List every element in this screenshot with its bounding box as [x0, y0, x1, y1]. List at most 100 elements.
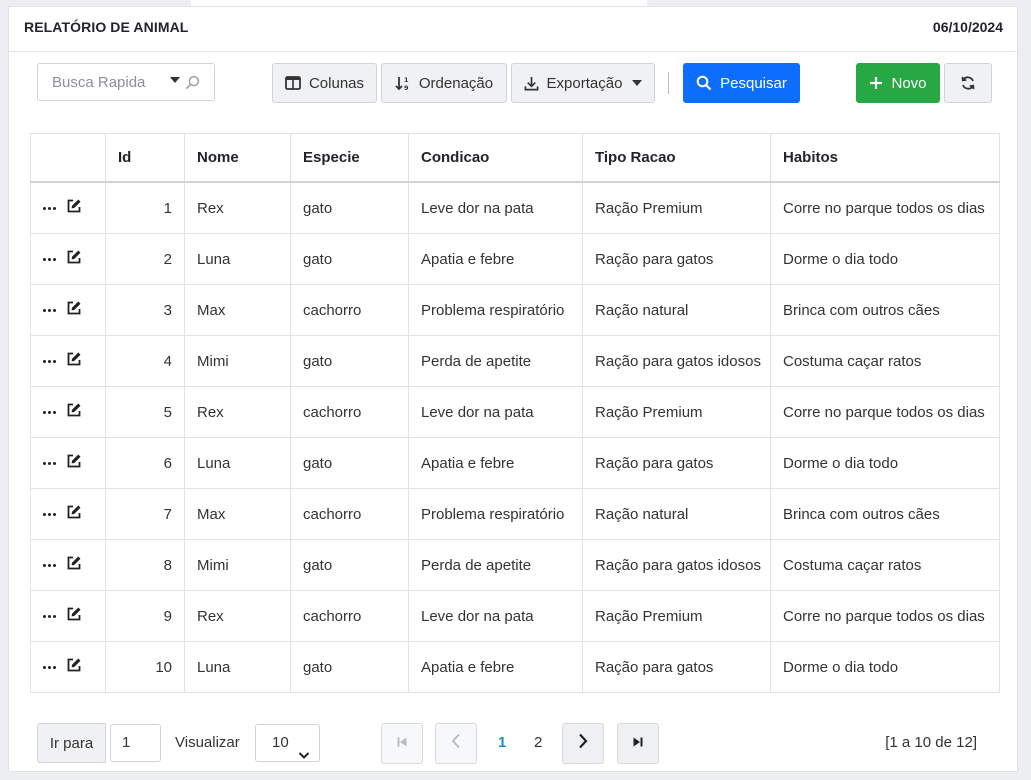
- cell-habitos: Dorme o dia todo: [770, 233, 1000, 285]
- table-row[interactable]: 1 Rex gato Leve dor na pata Ração Premium Cor…: [30, 181, 1000, 234]
- more-options-icon[interactable]: [43, 359, 56, 363]
- table-row[interactable]: 2 Luna gato Apatia e febre Ração para gatos D…: [30, 233, 1000, 285]
- row-actions: [43, 249, 93, 269]
- edit-icon[interactable]: [66, 453, 82, 473]
- more-options-icon[interactable]: [43, 257, 56, 261]
- page-size-label: Visualizar: [175, 734, 240, 751]
- column-header-tipo-racao[interactable]: Tipo Racao: [582, 133, 771, 183]
- cell-nome: Luna: [184, 233, 291, 285]
- goto-page-input[interactable]: 1: [110, 724, 161, 762]
- chevron-down-icon: [298, 738, 310, 774]
- more-options-icon[interactable]: [43, 512, 56, 516]
- cell-id: 6: [105, 437, 185, 489]
- record-range-text: [1 a 10 de 12]: [885, 734, 977, 751]
- cell-condicao: Perda de apetite: [408, 539, 583, 591]
- page-number-1[interactable]: 1: [498, 734, 506, 751]
- cell-tipo-racao: Ração para gatos: [582, 437, 771, 489]
- cell-id: 5: [105, 386, 185, 438]
- row-actions: [43, 351, 93, 371]
- refresh-button[interactable]: [944, 63, 992, 103]
- cell-habitos: Dorme o dia todo: [770, 437, 1000, 489]
- edit-icon[interactable]: [66, 351, 82, 371]
- cell-condicao: Leve dor na pata: [408, 181, 583, 234]
- cell-tipo-racao: Ração Premium: [582, 590, 771, 642]
- cell-id: 10: [105, 641, 185, 693]
- order-button[interactable]: 19 Ordenação: [381, 63, 507, 103]
- more-options-icon[interactable]: [43, 308, 56, 312]
- edit-icon[interactable]: [66, 606, 82, 626]
- table-row[interactable]: 10 Luna gato Apatia e febre Ração para gatos…: [30, 641, 1000, 693]
- row-actions-cell: [30, 284, 106, 336]
- export-button[interactable]: Exportação: [511, 63, 655, 103]
- search-magnifier-icon[interactable]: [185, 75, 200, 94]
- column-header-condicao[interactable]: Condicao: [408, 133, 583, 183]
- cell-id: 4: [105, 335, 185, 387]
- table-row[interactable]: 4 Mimi gato Perda de apetite Ração para gato…: [30, 335, 1000, 387]
- goto-page-button[interactable]: Ir para: [37, 723, 106, 763]
- cell-tipo-racao: Ração natural: [582, 284, 771, 336]
- edit-icon[interactable]: [66, 300, 82, 320]
- edit-icon[interactable]: [66, 657, 82, 677]
- svg-text:9: 9: [404, 84, 409, 91]
- cell-condicao: Apatia e febre: [408, 233, 583, 285]
- table-row[interactable]: 8 Mimi gato Perda de apetite Ração para gato…: [30, 539, 1000, 591]
- more-options-icon[interactable]: [43, 410, 56, 414]
- page-number-2[interactable]: 2: [534, 734, 542, 751]
- cell-habitos: Costuma caçar ratos: [770, 539, 1000, 591]
- column-header-actions: [30, 133, 106, 183]
- table-header-row: Id Nome Especie Condicao Tipo Racao Habi…: [30, 133, 1000, 183]
- cell-habitos: Brinca com outros cães: [770, 284, 1000, 336]
- row-actions-cell: [30, 641, 106, 693]
- row-actions-cell: [30, 335, 106, 387]
- columns-icon: [285, 76, 301, 90]
- column-header-id[interactable]: Id: [105, 133, 185, 183]
- columns-button[interactable]: Colunas: [272, 63, 377, 103]
- animal-table: Id Nome Especie Condicao Tipo Racao Habi…: [30, 133, 1000, 693]
- cell-id: 7: [105, 488, 185, 540]
- report-panel: RELATÓRIO DE ANIMAL 06/10/2024 Busca Rap…: [8, 6, 1018, 772]
- edit-icon[interactable]: [66, 249, 82, 269]
- table-row[interactable]: 3 Max cachorro Problema respiratório Ração n…: [30, 284, 1000, 336]
- next-page-button[interactable]: [562, 723, 604, 764]
- row-actions-cell: [30, 181, 106, 234]
- table-row[interactable]: 9 Rex cachorro Leve dor na pata Ração Premiu…: [30, 590, 1000, 642]
- search-dropdown-caret-icon[interactable]: [170, 77, 180, 83]
- cell-condicao: Leve dor na pata: [408, 386, 583, 438]
- table-row[interactable]: 7 Max cachorro Problema respiratório Ração n…: [30, 488, 1000, 540]
- first-page-button[interactable]: [381, 723, 423, 764]
- page-size-select[interactable]: 10: [255, 724, 320, 762]
- sort-icon: 19: [395, 75, 411, 91]
- edit-icon[interactable]: [66, 504, 82, 524]
- new-button[interactable]: Novo: [856, 63, 940, 103]
- row-actions-cell: [30, 488, 106, 540]
- cell-habitos: Corre no parque todos os dias: [770, 590, 1000, 642]
- more-options-icon[interactable]: [43, 665, 56, 669]
- row-actions: [43, 606, 93, 626]
- row-actions-cell: [30, 437, 106, 489]
- table-row[interactable]: 6 Luna gato Apatia e febre Ração para gatos D…: [30, 437, 1000, 489]
- more-options-icon[interactable]: [43, 461, 56, 465]
- edit-icon[interactable]: [66, 555, 82, 575]
- row-actions: [43, 555, 93, 575]
- cell-nome: Max: [184, 488, 291, 540]
- column-header-nome[interactable]: Nome: [184, 133, 291, 183]
- column-header-especie[interactable]: Especie: [290, 133, 409, 183]
- page-size-value: 10: [272, 734, 289, 751]
- search-button[interactable]: Pesquisar: [683, 63, 800, 103]
- more-options-icon[interactable]: [43, 206, 56, 210]
- edit-icon[interactable]: [66, 198, 82, 218]
- toolbar: Busca Rapida Colunas 19 Ordenação Export…: [9, 62, 1017, 106]
- quick-search-input[interactable]: Busca Rapida: [37, 63, 215, 101]
- more-options-icon[interactable]: [43, 614, 56, 618]
- new-label: Novo: [891, 74, 927, 92]
- more-options-icon[interactable]: [43, 563, 56, 567]
- page-title: RELATÓRIO DE ANIMAL: [24, 19, 189, 35]
- table-row[interactable]: 5 Rex cachorro Leve dor na pata Ração Premiu…: [30, 386, 1000, 438]
- edit-icon[interactable]: [66, 402, 82, 422]
- previous-page-button[interactable]: [435, 723, 477, 764]
- row-actions: [43, 300, 93, 320]
- last-page-button[interactable]: [617, 723, 659, 764]
- row-actions-cell: [30, 233, 106, 285]
- column-header-habitos[interactable]: Habitos: [770, 133, 1000, 183]
- download-icon: [524, 76, 539, 91]
